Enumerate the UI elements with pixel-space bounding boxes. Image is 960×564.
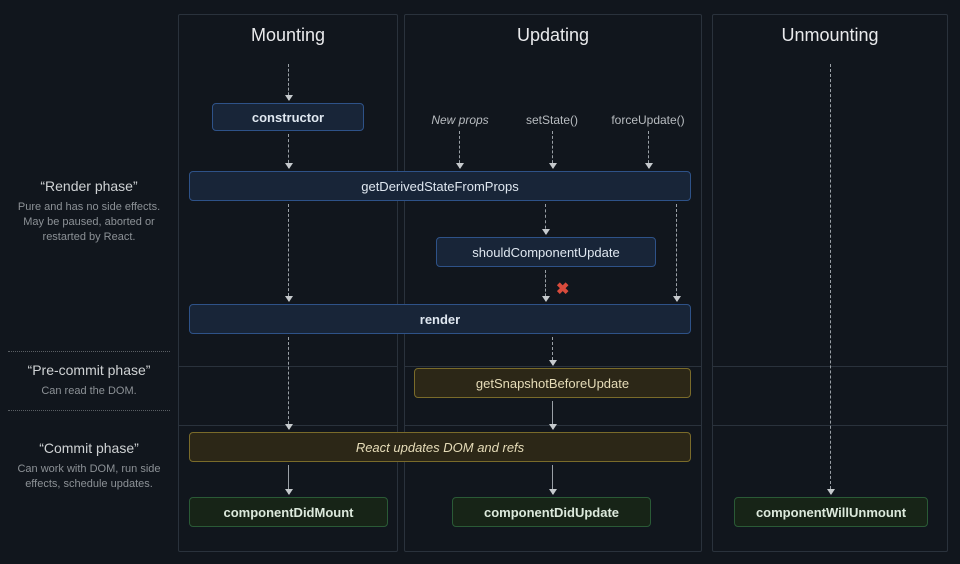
phase-desc: Pure and has no side effects. May be pau… <box>8 200 170 245</box>
phase-title: “Commit phase” <box>8 440 170 456</box>
arrow <box>545 204 546 234</box>
arrow <box>648 131 649 168</box>
box-constructor: constructor <box>212 103 364 131</box>
arrow <box>288 204 289 301</box>
phase-commit: “Commit phase” Can work with DOM, run si… <box>8 440 170 492</box>
phase-title: “Render phase” <box>8 178 170 194</box>
phase-precommit: “Pre-commit phase” Can read the DOM. <box>8 362 170 399</box>
arrow <box>459 131 460 168</box>
box-cdu: componentDidUpdate <box>452 497 651 527</box>
box-cwu: componentWillUnmount <box>734 497 928 527</box>
divider-dots <box>8 410 170 411</box>
arrow <box>288 337 289 429</box>
phase-title: “Pre-commit phase” <box>8 362 170 378</box>
col-title: Updating <box>405 25 701 46</box>
box-domrefs: React updates DOM and refs <box>189 432 691 462</box>
x-icon: ✖ <box>556 279 569 299</box>
box-gdsfp: getDerivedStateFromProps <box>189 171 691 201</box>
phase-render: “Render phase” Pure and has no side effe… <box>8 178 170 245</box>
box-scu: shouldComponentUpdate <box>436 237 656 267</box>
lifecycle-diagram: “Render phase” Pure and has no side effe… <box>0 0 960 564</box>
arrow <box>552 401 553 429</box>
col-updating: Updating <box>404 14 702 552</box>
arrow <box>830 64 831 494</box>
arrow <box>676 204 677 301</box>
col-title: Mounting <box>179 25 397 46</box>
phase-divider <box>405 366 701 367</box>
arrow <box>552 465 553 494</box>
arrow <box>545 270 546 301</box>
phase-desc: Can read the DOM. <box>8 384 170 399</box>
divider-dots <box>8 351 170 352</box>
arrow <box>552 131 553 168</box>
box-cdm: componentDidMount <box>189 497 388 527</box>
box-gsbu: getSnapshotBeforeUpdate <box>414 368 691 398</box>
box-render: render <box>189 304 691 334</box>
trigger-newprops: New props <box>420 113 500 127</box>
phase-desc: Can work with DOM, run side effects, sch… <box>8 462 170 492</box>
trigger-forceupdate: forceUpdate() <box>608 113 688 127</box>
arrow <box>288 134 289 168</box>
arrow <box>552 337 553 365</box>
trigger-setstate: setState() <box>512 113 592 127</box>
sidebar: “Render phase” Pure and has no side effe… <box>0 0 178 564</box>
arrow <box>288 64 289 100</box>
col-title: Unmounting <box>713 25 947 46</box>
arrow <box>288 465 289 494</box>
